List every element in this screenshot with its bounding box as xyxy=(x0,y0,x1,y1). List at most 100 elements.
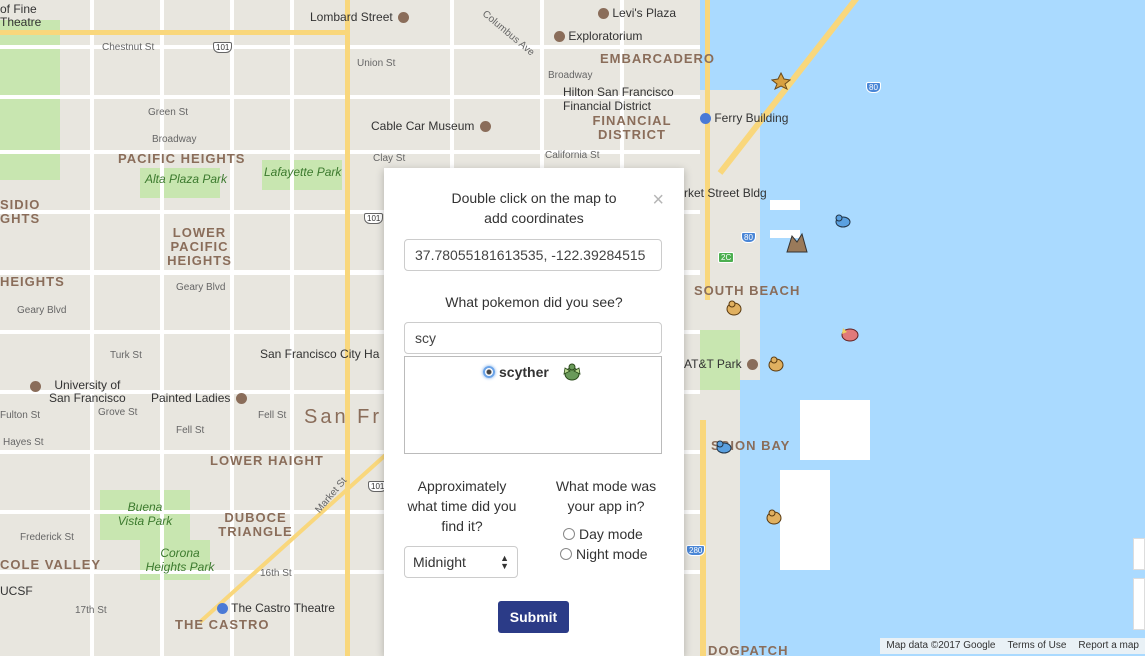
zoom-control[interactable] xyxy=(1133,578,1145,630)
district-label: COLE VALLEY xyxy=(0,557,102,572)
submit-button[interactable]: Submit xyxy=(498,601,569,633)
add-sighting-modal: × Double click on the map to add coordin… xyxy=(384,168,684,656)
map-attribution: Map data ©2017 Google Terms of Use Repor… xyxy=(880,638,1145,654)
time-select-value: Midnight xyxy=(413,554,466,570)
street-label: Union St xyxy=(357,58,396,69)
time-question: Approximately what time did you find it? xyxy=(407,478,517,534)
park-label: Buena Vista Park xyxy=(117,500,173,528)
van-ness-ave xyxy=(345,0,350,656)
street-label: Broadway xyxy=(548,70,593,81)
district-label: SOUTH BEACH xyxy=(694,283,801,298)
poi-cable-car-museum[interactable]: Cable Car Museum xyxy=(371,119,491,133)
pier xyxy=(770,200,800,210)
pokemon-marker[interactable] xyxy=(764,507,784,525)
day-mode-radio[interactable] xyxy=(563,528,575,540)
poi-castro-theatre[interactable]: The Castro Theatre xyxy=(215,601,335,615)
pokemon-marker[interactable] xyxy=(839,324,861,344)
pokemon-marker[interactable] xyxy=(784,232,810,254)
highway-280 xyxy=(700,420,706,656)
street-label: Frederick St xyxy=(20,532,74,543)
poi-lombard-street[interactable]: Lombard Street xyxy=(310,10,410,24)
poi-market-street-bldg[interactable]: rket Street Bldg xyxy=(684,186,767,200)
street-label: Clay St xyxy=(373,153,406,164)
night-mode-option[interactable]: Night mode xyxy=(560,546,648,562)
street-label: 16th St xyxy=(260,568,292,579)
street-label: Hayes St xyxy=(3,437,44,448)
pokemon-question: What pokemon did you see? xyxy=(445,294,623,310)
street-label: Chestnut St xyxy=(102,42,155,53)
street-label: Broadway xyxy=(152,134,197,145)
pokemon-marker[interactable] xyxy=(714,438,734,456)
highway-shield: 2C xyxy=(718,252,735,263)
pokemon-search-input[interactable] xyxy=(404,322,662,354)
coordinates-input[interactable] xyxy=(404,239,662,271)
poi-exploratorium[interactable]: Exploratorium xyxy=(552,29,642,43)
painted-ladies-label[interactable]: Painted Ladies xyxy=(151,391,247,405)
night-mode-radio[interactable] xyxy=(560,548,572,560)
night-mode-label: Night mode xyxy=(576,546,648,562)
museum-icon xyxy=(554,31,565,43)
pier xyxy=(780,470,830,570)
road xyxy=(290,0,294,656)
poi-city-hall[interactable]: San Francisco City Ha xyxy=(260,347,379,361)
day-mode-option[interactable]: Day mode xyxy=(563,526,643,542)
pier xyxy=(800,400,870,460)
mode-question: What mode was your app in? xyxy=(555,478,657,514)
poi-levis-plaza[interactable]: Levi's Plaza xyxy=(596,6,676,20)
district-label: EMBARCADERO xyxy=(600,51,715,66)
street-label: Green St xyxy=(148,107,189,118)
presidio-park xyxy=(0,20,60,180)
day-mode-label: Day mode xyxy=(579,526,643,542)
map-data-credit: Map data ©2017 Google xyxy=(886,640,996,651)
highway-shield: 280 xyxy=(686,545,706,556)
street-label: 17th St xyxy=(75,605,107,616)
district-label: LOWER PACIFIC HEIGHTS xyxy=(167,225,232,268)
pokemon-marker[interactable] xyxy=(771,72,791,90)
terms-of-use-link[interactable]: Terms of Use xyxy=(1002,638,1073,654)
park-label: Alta Plaza Park xyxy=(145,172,228,186)
poi-att-park[interactable]: AT&T Park xyxy=(684,357,758,371)
park-label: Lafayette Park xyxy=(264,165,342,179)
poi-fine-theatre[interactable]: of Fine Theatre xyxy=(0,3,55,29)
district-label: LOWER HAIGHT xyxy=(210,453,324,468)
poi-usf[interactable]: University of San Francisco xyxy=(28,379,130,405)
pokemon-option-label: scyther xyxy=(499,364,549,380)
district-label: HEIGHTS xyxy=(0,274,65,289)
highway-shield: 80 xyxy=(866,82,881,93)
lombard-st xyxy=(0,30,350,35)
street-label: Geary Blvd xyxy=(176,282,226,293)
the-embarcadero xyxy=(705,0,710,300)
street-label: Fell St xyxy=(258,410,287,421)
road xyxy=(540,0,544,170)
museum-icon xyxy=(479,121,491,133)
highway-shield: 80 xyxy=(741,232,756,243)
pokemon-option-radio[interactable] xyxy=(483,366,495,378)
road xyxy=(450,0,454,170)
school-icon xyxy=(30,381,41,393)
poi-hilton[interactable]: Hilton San Francisco Financial District xyxy=(563,85,693,113)
instruction-text: Double click on the map to add coordinat… xyxy=(451,190,617,226)
pokemon-marker[interactable] xyxy=(724,298,744,316)
pokemon-results-list: scyther xyxy=(404,356,662,454)
district-label: DUBOCE TRIANGLE xyxy=(218,510,293,539)
street-label: Fell St xyxy=(176,425,205,436)
scyther-sprite-icon xyxy=(563,363,581,381)
park-label: Corona Heights Park xyxy=(145,546,215,574)
time-select[interactable]: Midnight ▲ ▼ xyxy=(404,546,518,578)
district-label: SIDIO xyxy=(0,197,41,212)
poi-ferry-building[interactable]: Ferry Building xyxy=(698,111,788,125)
theatre-icon xyxy=(217,603,228,615)
select-arrows-icon: ▲ ▼ xyxy=(500,553,509,571)
district-label: GHTS xyxy=(0,211,41,226)
pokemon-marker[interactable] xyxy=(766,354,786,372)
report-map-link[interactable]: Report a map xyxy=(1072,638,1145,654)
poi-ucsf[interactable]: UCSF xyxy=(0,584,33,598)
road xyxy=(230,0,234,656)
district-label: PACIFIC HEIGHTS xyxy=(118,151,246,166)
bay-water-inlet xyxy=(700,0,780,90)
pokemon-option-scyther[interactable]: scyther xyxy=(483,362,583,382)
pokemon-marker[interactable] xyxy=(833,212,853,230)
street-label: Geary Blvd xyxy=(17,305,67,316)
map-control[interactable] xyxy=(1133,538,1145,570)
camera-icon xyxy=(235,393,247,405)
